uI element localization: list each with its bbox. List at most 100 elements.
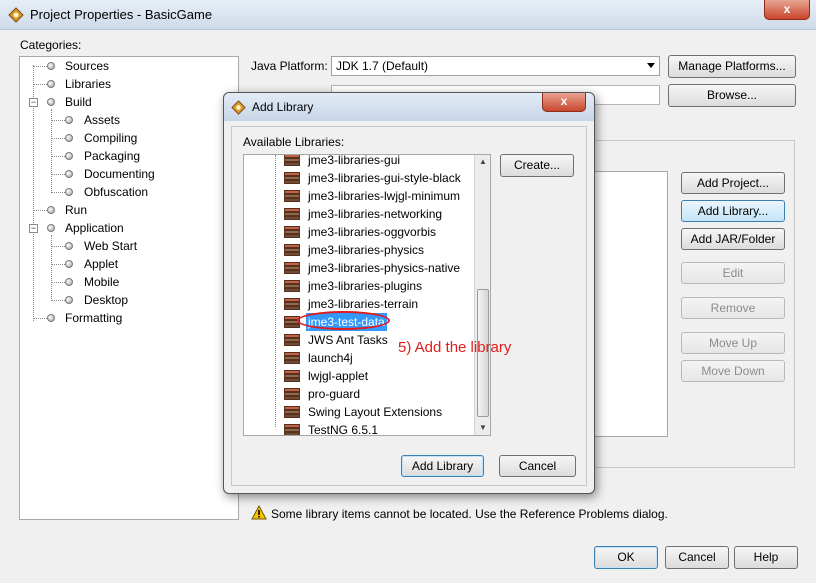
category-libraries[interactable]: Libraries bbox=[65, 75, 112, 93]
netbeans-app-icon bbox=[231, 100, 246, 115]
tree-node-icon bbox=[47, 80, 55, 88]
add-library-dialog: Add Library x Available Libraries: jme3-… bbox=[223, 92, 595, 494]
add-project-button[interactable]: Add Project... bbox=[681, 172, 785, 194]
library-icon bbox=[284, 370, 300, 382]
add-library-confirm-button[interactable]: Add Library bbox=[401, 455, 484, 477]
category-compiling[interactable]: Compiling bbox=[84, 129, 137, 147]
category-packaging[interactable]: Packaging bbox=[84, 147, 140, 165]
tree-node-icon bbox=[65, 296, 73, 304]
list-item[interactable]: TestNG 6.5.1 bbox=[244, 421, 472, 435]
tree-node-icon bbox=[47, 62, 55, 70]
category-sources[interactable]: Sources bbox=[65, 57, 109, 75]
category-build[interactable]: Build bbox=[65, 93, 92, 111]
library-icon bbox=[284, 388, 300, 400]
categories-tree[interactable]: − − Sources Libraries Build Assets Compi… bbox=[19, 56, 239, 520]
create-library-button[interactable]: Create... bbox=[500, 154, 574, 177]
window-titlebar: Project Properties - BasicGame x bbox=[0, 0, 816, 30]
library-icon bbox=[284, 352, 300, 364]
category-run[interactable]: Run bbox=[65, 201, 87, 219]
warning-icon bbox=[251, 505, 267, 520]
category-web-start[interactable]: Web Start bbox=[84, 237, 137, 255]
tree-node-icon bbox=[65, 278, 73, 286]
tree-node-icon bbox=[65, 116, 73, 124]
library-icon bbox=[284, 298, 300, 310]
scroll-up-icon[interactable]: ▲ bbox=[475, 157, 490, 166]
list-item[interactable]: jme3-libraries-oggvorbis bbox=[244, 223, 472, 241]
library-icon bbox=[284, 406, 300, 418]
library-icon bbox=[284, 280, 300, 292]
library-icon bbox=[284, 190, 300, 202]
library-icon bbox=[284, 208, 300, 220]
tree-node-icon bbox=[65, 134, 73, 142]
annotation-text: 5) Add the library bbox=[398, 339, 512, 356]
window-close-button[interactable]: x bbox=[764, 0, 810, 20]
remove-button[interactable]: Remove bbox=[681, 297, 785, 319]
list-item[interactable]: Swing Layout Extensions bbox=[244, 403, 472, 421]
cancel-button[interactable]: Cancel bbox=[665, 546, 729, 569]
dialog-close-button[interactable]: x bbox=[542, 93, 586, 112]
category-application[interactable]: Application bbox=[65, 219, 124, 237]
edit-button[interactable]: Edit bbox=[681, 262, 785, 284]
library-icon bbox=[284, 172, 300, 184]
tree-node-icon bbox=[47, 206, 55, 214]
warning-text: Some library items cannot be located. Us… bbox=[271, 507, 668, 521]
list-item[interactable]: jme3-libraries-networking bbox=[244, 205, 472, 223]
list-item[interactable]: jme3-libraries-plugins bbox=[244, 277, 472, 295]
java-platform-label: Java Platform: bbox=[251, 59, 328, 73]
tree-node-icon bbox=[65, 188, 73, 196]
category-obfuscation[interactable]: Obfuscation bbox=[84, 183, 148, 201]
java-platform-value: JDK 1.7 (Default) bbox=[336, 59, 429, 73]
library-icon bbox=[284, 226, 300, 238]
add-library-button[interactable]: Add Library... bbox=[681, 200, 785, 222]
annotation-highlight-ellipse bbox=[297, 311, 390, 330]
tree-node-icon bbox=[65, 170, 73, 178]
tree-node-icon bbox=[47, 98, 55, 106]
application-expander-icon[interactable]: − bbox=[29, 224, 38, 233]
category-mobile[interactable]: Mobile bbox=[84, 273, 119, 291]
category-documenting[interactable]: Documenting bbox=[84, 165, 155, 183]
list-item[interactable]: lwjgl-applet bbox=[244, 367, 472, 385]
dialog-titlebar: Add Library x bbox=[224, 93, 594, 121]
category-applet[interactable]: Applet bbox=[84, 255, 118, 273]
list-item[interactable]: jme3-libraries-gui bbox=[244, 155, 472, 169]
help-button[interactable]: Help bbox=[734, 546, 798, 569]
category-desktop[interactable]: Desktop bbox=[84, 291, 128, 309]
window-title: Project Properties - BasicGame bbox=[30, 7, 213, 22]
chevron-down-icon bbox=[647, 63, 655, 68]
library-icon bbox=[284, 155, 300, 166]
manage-platforms-button[interactable]: Manage Platforms... bbox=[668, 55, 796, 78]
library-icon bbox=[284, 262, 300, 274]
list-item[interactable]: pro-guard bbox=[244, 385, 472, 403]
add-jar-folder-button[interactable]: Add JAR/Folder bbox=[681, 228, 785, 250]
dialog-cancel-button[interactable]: Cancel bbox=[499, 455, 576, 477]
tree-node-icon bbox=[65, 242, 73, 250]
libraries-list[interactable] bbox=[592, 171, 668, 437]
java-platform-select[interactable]: JDK 1.7 (Default) bbox=[331, 56, 660, 76]
list-item[interactable]: jme3-libraries-physics bbox=[244, 241, 472, 259]
netbeans-app-icon bbox=[8, 7, 24, 23]
tree-node-icon bbox=[47, 224, 55, 232]
build-expander-icon[interactable]: − bbox=[29, 98, 38, 107]
move-down-button[interactable]: Move Down bbox=[681, 360, 785, 382]
list-item[interactable]: jme3-libraries-gui-style-black bbox=[244, 169, 472, 187]
tree-node-icon bbox=[47, 314, 55, 322]
list-item[interactable]: jme3-libraries-terrain bbox=[244, 295, 472, 313]
category-assets[interactable]: Assets bbox=[84, 111, 120, 129]
library-icon bbox=[284, 334, 300, 346]
list-item[interactable]: jme3-libraries-physics-native bbox=[244, 259, 472, 277]
library-icon bbox=[284, 244, 300, 256]
category-formatting[interactable]: Formatting bbox=[65, 309, 122, 327]
dialog-title: Add Library bbox=[252, 100, 314, 114]
tree-node-icon bbox=[65, 152, 73, 160]
browse-button[interactable]: Browse... bbox=[668, 84, 796, 107]
move-up-button[interactable]: Move Up bbox=[681, 332, 785, 354]
tree-node-icon bbox=[65, 260, 73, 268]
library-icon bbox=[284, 424, 300, 435]
scroll-down-icon[interactable]: ▼ bbox=[475, 423, 490, 432]
available-libraries-label: Available Libraries: bbox=[243, 135, 345, 149]
categories-label: Categories: bbox=[20, 38, 82, 52]
available-libraries-list[interactable]: jme3-libraries-gui jme3-libraries-gui-st… bbox=[243, 154, 491, 436]
list-item[interactable]: jme3-libraries-lwjgl-minimum bbox=[244, 187, 472, 205]
ok-button[interactable]: OK bbox=[594, 546, 658, 569]
vertical-scrollbar[interactable]: ▲ ▼ bbox=[474, 155, 490, 435]
